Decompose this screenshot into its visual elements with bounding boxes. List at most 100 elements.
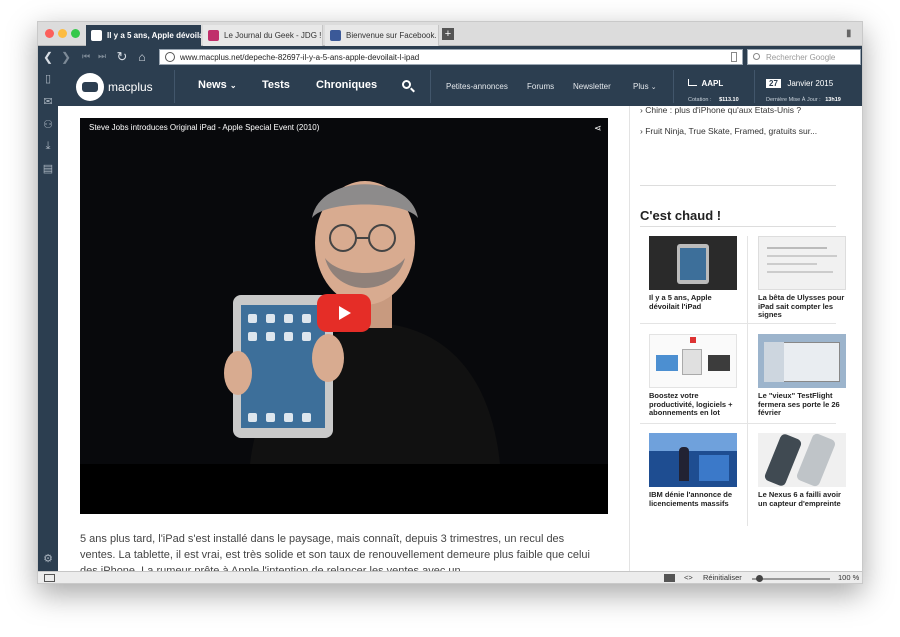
nav-petites-annonces[interactable]: Petites-annonces [446, 82, 508, 91]
tab-jdg[interactable]: Le Journal du Geek - JDG ! [203, 25, 323, 46]
fast-forward-button[interactable]: ⏭ [94, 48, 110, 65]
nav-plus-label: Plus [633, 82, 649, 91]
card-thumbnail-ibm[interactable] [649, 433, 737, 487]
nav-news-label: News [198, 79, 227, 91]
card-title[interactable]: IBM dénie l'annonce de licenciements mas… [649, 490, 739, 508]
video-title[interactable]: Steve Jobs introduces Original iPad - Ap… [89, 123, 319, 132]
divider [174, 70, 175, 103]
page-actions-icon[interactable]: <> [684, 573, 693, 582]
article-paragraph: 5 ans plus tard, l'iPad s'est installé d… [80, 533, 590, 571]
tab-macplus[interactable]: Il y a 5 ans, Apple dévoilait [86, 25, 201, 46]
image-icon[interactable] [664, 574, 675, 582]
card-thumbnail-ipad[interactable] [649, 236, 737, 290]
zoom-slider-handle[interactable] [756, 575, 763, 582]
play-button[interactable] [317, 294, 371, 332]
page-content: Steve Jobs introduces Original iPad - Ap… [58, 106, 862, 571]
card-thumbnail-ulysses[interactable] [758, 236, 846, 290]
divider [430, 70, 431, 103]
sidebar-link-text: Fruit Ninja, True Skate, Framed, gratuit… [645, 126, 818, 136]
divider [754, 70, 755, 103]
stock-label: Cotation : [688, 97, 712, 103]
tab-label: Le Journal du Geek - JDG ! [224, 31, 322, 40]
reset-zoom-button[interactable]: Réinitialiser [703, 573, 742, 582]
update-time: 13h19 [825, 97, 841, 103]
tab-label: Il y a 5 ans, Apple dévoilait [107, 31, 201, 40]
card-thumbnail-nexus[interactable] [758, 433, 846, 487]
column-divider [747, 236, 748, 526]
bookmarks-icon[interactable]: ▯ [41, 71, 55, 85]
divider [640, 423, 836, 424]
browser-sidebar: ▯ ✉ ⚇ ⤓ ▤ ⚙ [38, 67, 58, 571]
card-title[interactable]: Le Nexus 6 a failli avoir un capteur d'e… [758, 490, 848, 508]
divider [640, 226, 836, 227]
card-thumbnail-productivity[interactable] [649, 334, 737, 388]
nav-tests[interactable]: Tests [262, 79, 290, 91]
nav-chroniques[interactable]: Chroniques [316, 79, 377, 91]
sidebar-link[interactable]: › Fruit Ninja, True Skate, Framed, gratu… [640, 126, 817, 136]
sidebar-link-text: Chine : plus d'iPhone qu'aux Etats-Unis … [645, 106, 802, 115]
trash-icon[interactable]: ▮ [846, 28, 856, 39]
stock-ticker: AAPL [701, 79, 724, 88]
right-column: › Chine : plus d'iPhone qu'aux Etats-Uni… [629, 106, 862, 571]
back-button[interactable]: ❮ [40, 48, 56, 65]
tab-facebook[interactable]: Bienvenue sur Facebook. C [325, 25, 439, 46]
bookmark-page-icon[interactable] [731, 52, 737, 62]
new-tab-button[interactable]: + [442, 28, 454, 40]
globe-icon [165, 52, 175, 62]
mail-icon[interactable]: ✉ [41, 94, 55, 108]
facebook-favicon-icon [330, 30, 341, 41]
zoom-level: 100 % [838, 573, 860, 582]
share-icon[interactable]: ⋖ [594, 123, 602, 134]
stock-value: $113.10 [719, 97, 739, 103]
card-title[interactable]: La bêta de Ulysses pour iPad sait compte… [758, 293, 848, 320]
youtube-video-player[interactable]: Steve Jobs introduces Original iPad - Ap… [80, 118, 608, 514]
status-bar: <> Réinitialiser 100 % [38, 571, 862, 583]
divider [640, 185, 836, 186]
nav-forums[interactable]: Forums [527, 82, 554, 91]
sidebar-link[interactable]: › Chine : plus d'iPhone qu'aux Etats-Uni… [640, 106, 801, 115]
chart-icon [688, 79, 697, 86]
home-button[interactable]: ⌂ [134, 48, 150, 65]
hot-section-title: C'est chaud ! [640, 208, 722, 223]
site-header: macplus News ⌄ Tests Chroniques Petites-… [58, 67, 862, 106]
logo-mark [82, 82, 98, 92]
close-window-button[interactable] [45, 29, 54, 38]
chevron-down-icon: ⌄ [229, 81, 237, 90]
macplus-logo-icon[interactable] [76, 73, 104, 101]
zoom-slider[interactable] [752, 575, 830, 582]
downloads-icon[interactable]: ⤓ [41, 139, 55, 153]
search-placeholder: Rechercher Google [766, 52, 836, 62]
minimize-window-button[interactable] [58, 29, 67, 38]
date-month-year: Janvier 2015 [787, 79, 834, 88]
panel-toggle-icon[interactable] [44, 574, 55, 582]
reload-button[interactable]: ↻ [114, 48, 130, 65]
play-icon [339, 306, 351, 320]
nav-newsletter[interactable]: Newsletter [573, 82, 611, 91]
address-toolbar: ❮ ❯ ⏮ ⏭ ↻ ⌂ www.macplus.net/depeche-8269… [38, 46, 862, 67]
nav-news[interactable]: News ⌄ [198, 79, 237, 91]
site-search-handle [410, 87, 415, 93]
rewind-button[interactable]: ⏮ [78, 48, 94, 65]
card-title[interactable]: Il y a 5 ans, Apple dévoilait l'iPad [649, 293, 739, 311]
date-day: 27 [766, 79, 781, 88]
forward-button[interactable]: ❯ [58, 48, 74, 65]
settings-gear-icon[interactable]: ⚙ [41, 551, 55, 565]
divider [640, 323, 836, 324]
url-field[interactable]: www.macplus.net/depeche-82697-il-y-a-5-a… [159, 49, 743, 65]
maximize-window-button[interactable] [71, 29, 80, 38]
notes-icon[interactable]: ▤ [41, 161, 55, 175]
nav-plus[interactable]: Plus ⌄ [633, 82, 657, 91]
contacts-icon[interactable]: ⚇ [41, 117, 55, 131]
card-title[interactable]: Boostez votre productivité, logiciels + … [649, 391, 739, 418]
date-widget: 27 Janvier 2015 Dernière Mise À Jour : 1… [766, 73, 858, 103]
site-logo-text[interactable]: macplus [108, 80, 153, 94]
card-title[interactable]: Le "vieux" TestFlight fermera ses porte … [758, 391, 848, 418]
browser-window: Il y a 5 ans, Apple dévoilait Le Journal… [37, 21, 863, 584]
url-text: www.macplus.net/depeche-82697-il-y-a-5-a… [180, 52, 420, 62]
search-icon [753, 53, 760, 60]
chevron-down-icon: ⌄ [650, 84, 657, 91]
jdg-favicon-icon [208, 30, 219, 41]
card-thumbnail-testflight[interactable] [758, 334, 846, 388]
search-field[interactable]: Rechercher Google [747, 49, 861, 65]
update-label: Dernière Mise À Jour : [766, 97, 821, 103]
